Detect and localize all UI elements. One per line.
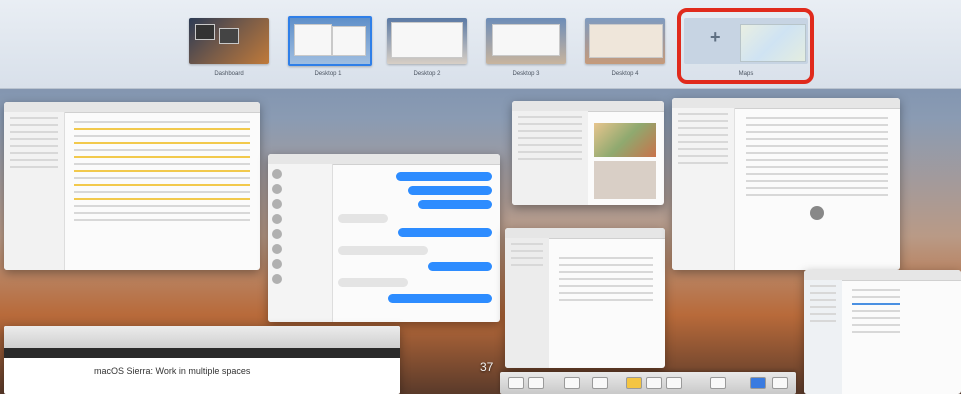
messages-window[interactable] (268, 154, 500, 322)
slide-caption: macOS Sierra: Work in multiple spaces (94, 366, 251, 376)
toolbar-icon[interactable] (750, 377, 766, 389)
photos-window[interactable] (512, 101, 664, 205)
notes-sidebar (4, 112, 65, 270)
toolbar-icon[interactable] (646, 377, 662, 389)
toolbar-icon[interactable] (508, 377, 524, 389)
message-bubble (338, 278, 408, 287)
message-bubble (338, 214, 388, 223)
mail-window[interactable] (804, 270, 961, 394)
toolbar-icon[interactable] (592, 377, 608, 389)
pages-window[interactable] (672, 98, 900, 270)
message-bubble (408, 186, 492, 195)
keynote-toolbar[interactable] (4, 326, 400, 349)
keynote-window[interactable]: macOS Sierra: Work in multiple spaces (4, 326, 400, 394)
avatar (272, 229, 282, 239)
photos-sidebar (512, 111, 588, 205)
toolbar-icon[interactable] (710, 377, 726, 389)
message-bubble (338, 246, 428, 255)
reminders-sidebar (505, 238, 549, 368)
toolbar-icon[interactable] (772, 377, 788, 389)
avatar (810, 206, 824, 220)
messages-sidebar (268, 164, 333, 322)
photo-thumbnail (594, 161, 656, 199)
space-label-desktop-3: Desktop 3 (512, 71, 540, 77)
space-desktop-1-thumbnail[interactable] (288, 16, 372, 66)
notes-window[interactable] (4, 102, 260, 270)
avatar (272, 274, 282, 284)
keynote-slide-bar (4, 348, 400, 358)
notes-content (68, 116, 256, 226)
message-bubble (418, 200, 492, 209)
reminders-list (553, 252, 659, 306)
reminders-window[interactable] (505, 228, 665, 368)
toolbar-icon[interactable] (564, 377, 580, 389)
message-bubble (428, 262, 492, 271)
space-desktop-2-thumbnail[interactable] (387, 18, 467, 64)
message-bubble (396, 172, 492, 181)
space-desktop-3-thumbnail[interactable] (486, 18, 566, 64)
highlight-annotation (677, 8, 814, 84)
spaces-bar: Dashboard Desktop 1 Desktop 2 Desktop 3 … (0, 0, 961, 89)
toolbar-icon[interactable] (666, 377, 682, 389)
toolbar-icon[interactable] (528, 377, 544, 389)
message-bubble (398, 228, 492, 237)
avatar (272, 169, 282, 179)
message-bubble (388, 294, 492, 303)
pages-content (740, 112, 894, 220)
mail-sidebar (804, 280, 842, 394)
pages-sidebar (672, 108, 735, 270)
slide-number: 37 (480, 360, 494, 374)
space-label-desktop-2: Desktop 2 (413, 71, 441, 77)
avatar (272, 244, 282, 254)
space-desktop-4-thumbnail[interactable] (585, 18, 665, 64)
mail-list (846, 284, 906, 338)
avatar (272, 184, 282, 194)
space-label-dashboard: Dashboard (214, 71, 244, 77)
toolbar-icon[interactable] (626, 377, 642, 389)
photo-thumbnail (594, 123, 656, 157)
avatar (272, 199, 282, 209)
avatar (272, 214, 282, 224)
bottom-toolbar (500, 372, 796, 394)
space-dashboard-thumbnail[interactable] (189, 18, 269, 64)
space-label-desktop-4: Desktop 4 (611, 71, 639, 77)
space-label-desktop-1: Desktop 1 (314, 71, 342, 77)
avatar (272, 259, 282, 269)
